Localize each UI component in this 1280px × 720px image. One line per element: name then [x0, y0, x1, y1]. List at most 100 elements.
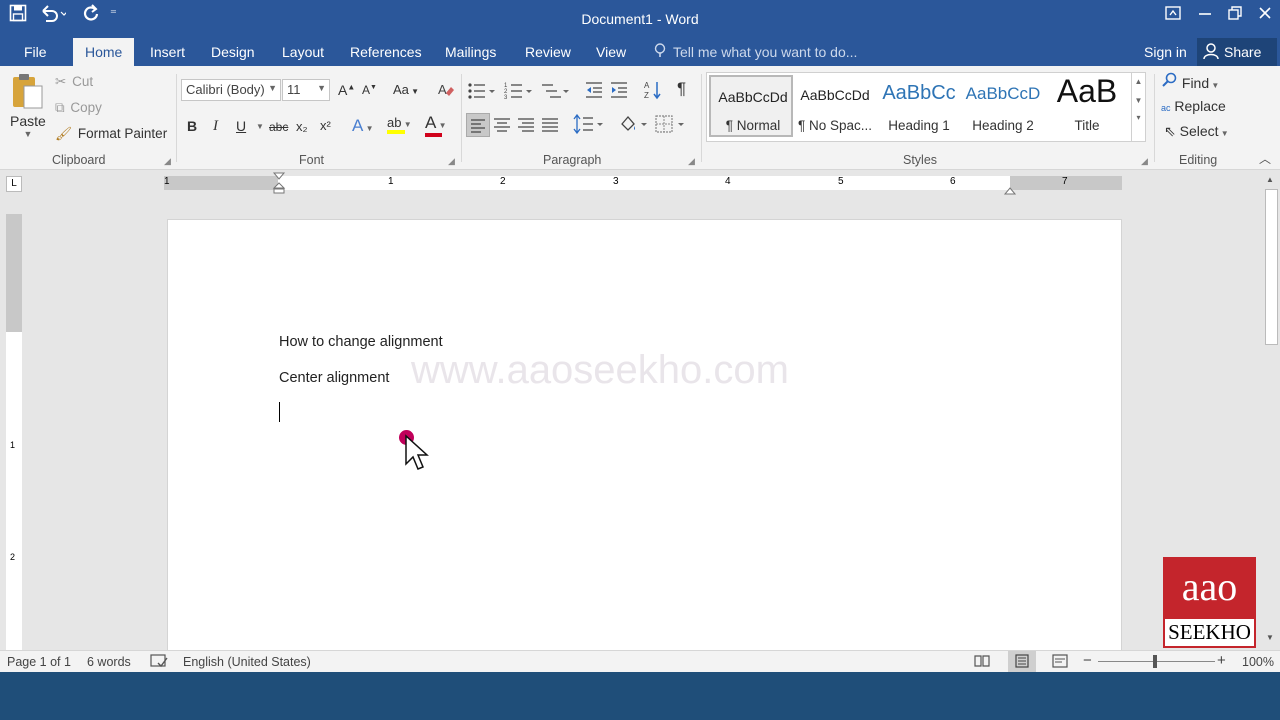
change-case-icon: Aa	[393, 82, 409, 97]
change-case-button[interactable]: Aa ▼	[393, 82, 419, 97]
indent-markers[interactable]	[272, 172, 286, 199]
decrease-indent-icon[interactable]	[585, 81, 603, 102]
tab-insert[interactable]: Insert	[150, 44, 185, 60]
ruler-number: 4	[725, 176, 731, 187]
font-name-select[interactable]: Calibri (Body) ▼	[181, 79, 281, 101]
font-launcher-icon[interactable]: ◢	[448, 156, 455, 167]
share-button[interactable]: Share	[1197, 38, 1277, 66]
tab-design[interactable]: Design	[211, 44, 255, 60]
subscript-button[interactable]: x₂	[296, 119, 308, 134]
scroll-thumb[interactable]	[1265, 189, 1278, 345]
document-line-2[interactable]: Center alignment	[279, 370, 389, 386]
line-spacing-icon[interactable]	[573, 113, 605, 137]
lightbulb-icon	[654, 43, 666, 62]
highlight-button[interactable]: ab ▼	[387, 115, 412, 134]
paragraph-launcher-icon[interactable]: ◢	[688, 156, 695, 167]
underline-dropdown-icon[interactable]: ▼	[256, 122, 264, 131]
zoom-slider-thumb[interactable]	[1153, 655, 1157, 668]
scroll-down-icon[interactable]: ▼	[1266, 633, 1274, 642]
grow-font-button[interactable]: A▲	[338, 82, 355, 98]
document-page[interactable]: How to change alignment Center alignment…	[167, 219, 1122, 650]
strikethrough-button[interactable]: abc	[269, 120, 288, 134]
align-left-icon	[471, 119, 485, 133]
style-title[interactable]: AaB Title	[1045, 73, 1129, 137]
chevron-up-icon[interactable]: ▲	[1132, 77, 1145, 86]
scroll-up-icon[interactable]: ▲	[1266, 175, 1274, 184]
font-size-select[interactable]: 11 ▼	[282, 79, 330, 101]
italic-button[interactable]: I	[213, 118, 218, 135]
tab-home[interactable]: Home	[73, 38, 135, 66]
align-left-button[interactable]	[466, 113, 490, 137]
style-normal[interactable]: AaBbCcDd ¶ Normal	[709, 75, 793, 137]
styles-scroll[interactable]: ▲ ▼ ▾	[1131, 73, 1145, 141]
zoom-level[interactable]: 100%	[1242, 655, 1274, 669]
paste-button[interactable]: Paste ▼	[10, 72, 46, 139]
align-right-icon[interactable]	[517, 115, 535, 136]
restore-icon[interactable]	[1228, 6, 1242, 25]
tell-me-search[interactable]: Tell me what you want to do...	[673, 44, 857, 60]
text-effects-button[interactable]: A ▼	[352, 116, 373, 136]
tab-references[interactable]: References	[350, 44, 422, 60]
bullets-icon[interactable]	[467, 81, 497, 102]
zoom-out-button[interactable]: −	[1083, 652, 1092, 669]
clipboard-launcher-icon[interactable]: ◢	[164, 156, 171, 167]
word-count[interactable]: 6 words	[87, 655, 131, 669]
multilevel-list-icon[interactable]	[541, 81, 571, 102]
style-preview: AaBbCcDd	[718, 89, 788, 105]
proofing-icon[interactable]	[150, 654, 168, 671]
collapse-ribbon-icon[interactable]: ︿	[1259, 150, 1271, 167]
page-count[interactable]: Page 1 of 1	[7, 655, 71, 669]
language-indicator[interactable]: English (United States)	[183, 655, 311, 669]
chevron-down-icon[interactable]: ▼	[1132, 96, 1145, 105]
sort-icon[interactable]: AZ	[644, 80, 662, 103]
format-painter-button[interactable]: 🖌 Format Painter	[55, 126, 167, 142]
style-heading-1[interactable]: AaBbCc Heading 1	[877, 75, 961, 137]
copy-button[interactable]: ⧉ Copy	[55, 100, 102, 116]
sign-in-link[interactable]: Sign in	[1144, 44, 1187, 60]
tab-file[interactable]: File	[24, 44, 47, 60]
underline-button[interactable]: U	[236, 118, 246, 134]
copy-label: Copy	[70, 100, 102, 115]
close-icon[interactable]	[1258, 6, 1272, 25]
editing-group-label: Editing	[1179, 153, 1218, 167]
clear-formatting-icon[interactable]: A	[437, 80, 455, 101]
bold-button[interactable]: B	[187, 118, 197, 134]
select-button[interactable]: ⇖ Select ▼	[1164, 123, 1229, 140]
align-center-icon[interactable]	[493, 115, 511, 136]
superscript-button[interactable]: x²	[320, 118, 331, 133]
style-no-spacing[interactable]: AaBbCcDd ¶ No Spac...	[793, 75, 877, 137]
logo-bottom: SEEKHO	[1168, 620, 1251, 644]
tab-review[interactable]: Review	[525, 44, 571, 60]
vertical-scrollbar[interactable]: ▲ ▼	[1263, 171, 1280, 650]
vertical-ruler[interactable]: 1 2	[6, 214, 22, 650]
shading-icon[interactable]	[618, 114, 650, 137]
ribbon-display-options-icon[interactable]	[1165, 6, 1181, 25]
read-mode-icon[interactable]	[974, 654, 990, 671]
increase-indent-icon[interactable]	[610, 81, 628, 102]
svg-text:Z: Z	[644, 91, 649, 100]
web-layout-icon[interactable]	[1052, 654, 1068, 671]
replace-label: Replace	[1174, 98, 1226, 114]
zoom-in-button[interactable]: +	[1217, 652, 1226, 669]
right-indent-marker[interactable]	[1003, 182, 1017, 200]
tab-view[interactable]: View	[596, 44, 626, 60]
style-heading-2[interactable]: AaBbCcD Heading 2	[961, 75, 1045, 137]
borders-icon[interactable]	[655, 114, 687, 137]
tab-layout[interactable]: Layout	[282, 44, 324, 60]
numbering-icon[interactable]: 123	[504, 81, 534, 102]
more-styles-icon[interactable]: ▾	[1132, 113, 1145, 122]
styles-launcher-icon[interactable]: ◢	[1141, 156, 1148, 167]
print-layout-button[interactable]	[1008, 651, 1036, 672]
horizontal-ruler[interactable]: 1 1 2 3 4 5 6 7	[164, 172, 1122, 195]
paste-dropdown-icon[interactable]: ▼	[10, 129, 46, 139]
minimize-icon[interactable]	[1198, 6, 1212, 25]
find-button[interactable]: Find ▼	[1162, 72, 1219, 91]
show-formatting-marks-icon[interactable]: ¶	[677, 79, 686, 99]
shrink-font-button[interactable]: A▼	[362, 83, 377, 97]
font-color-button[interactable]: A ▼	[425, 113, 446, 137]
cut-button[interactable]: ✂ Cut	[55, 74, 93, 90]
replace-button[interactable]: ac Replace	[1161, 98, 1226, 114]
tab-selector[interactable]: L	[6, 176, 22, 192]
tab-mailings[interactable]: Mailings	[445, 44, 496, 60]
justify-icon[interactable]	[541, 115, 559, 136]
